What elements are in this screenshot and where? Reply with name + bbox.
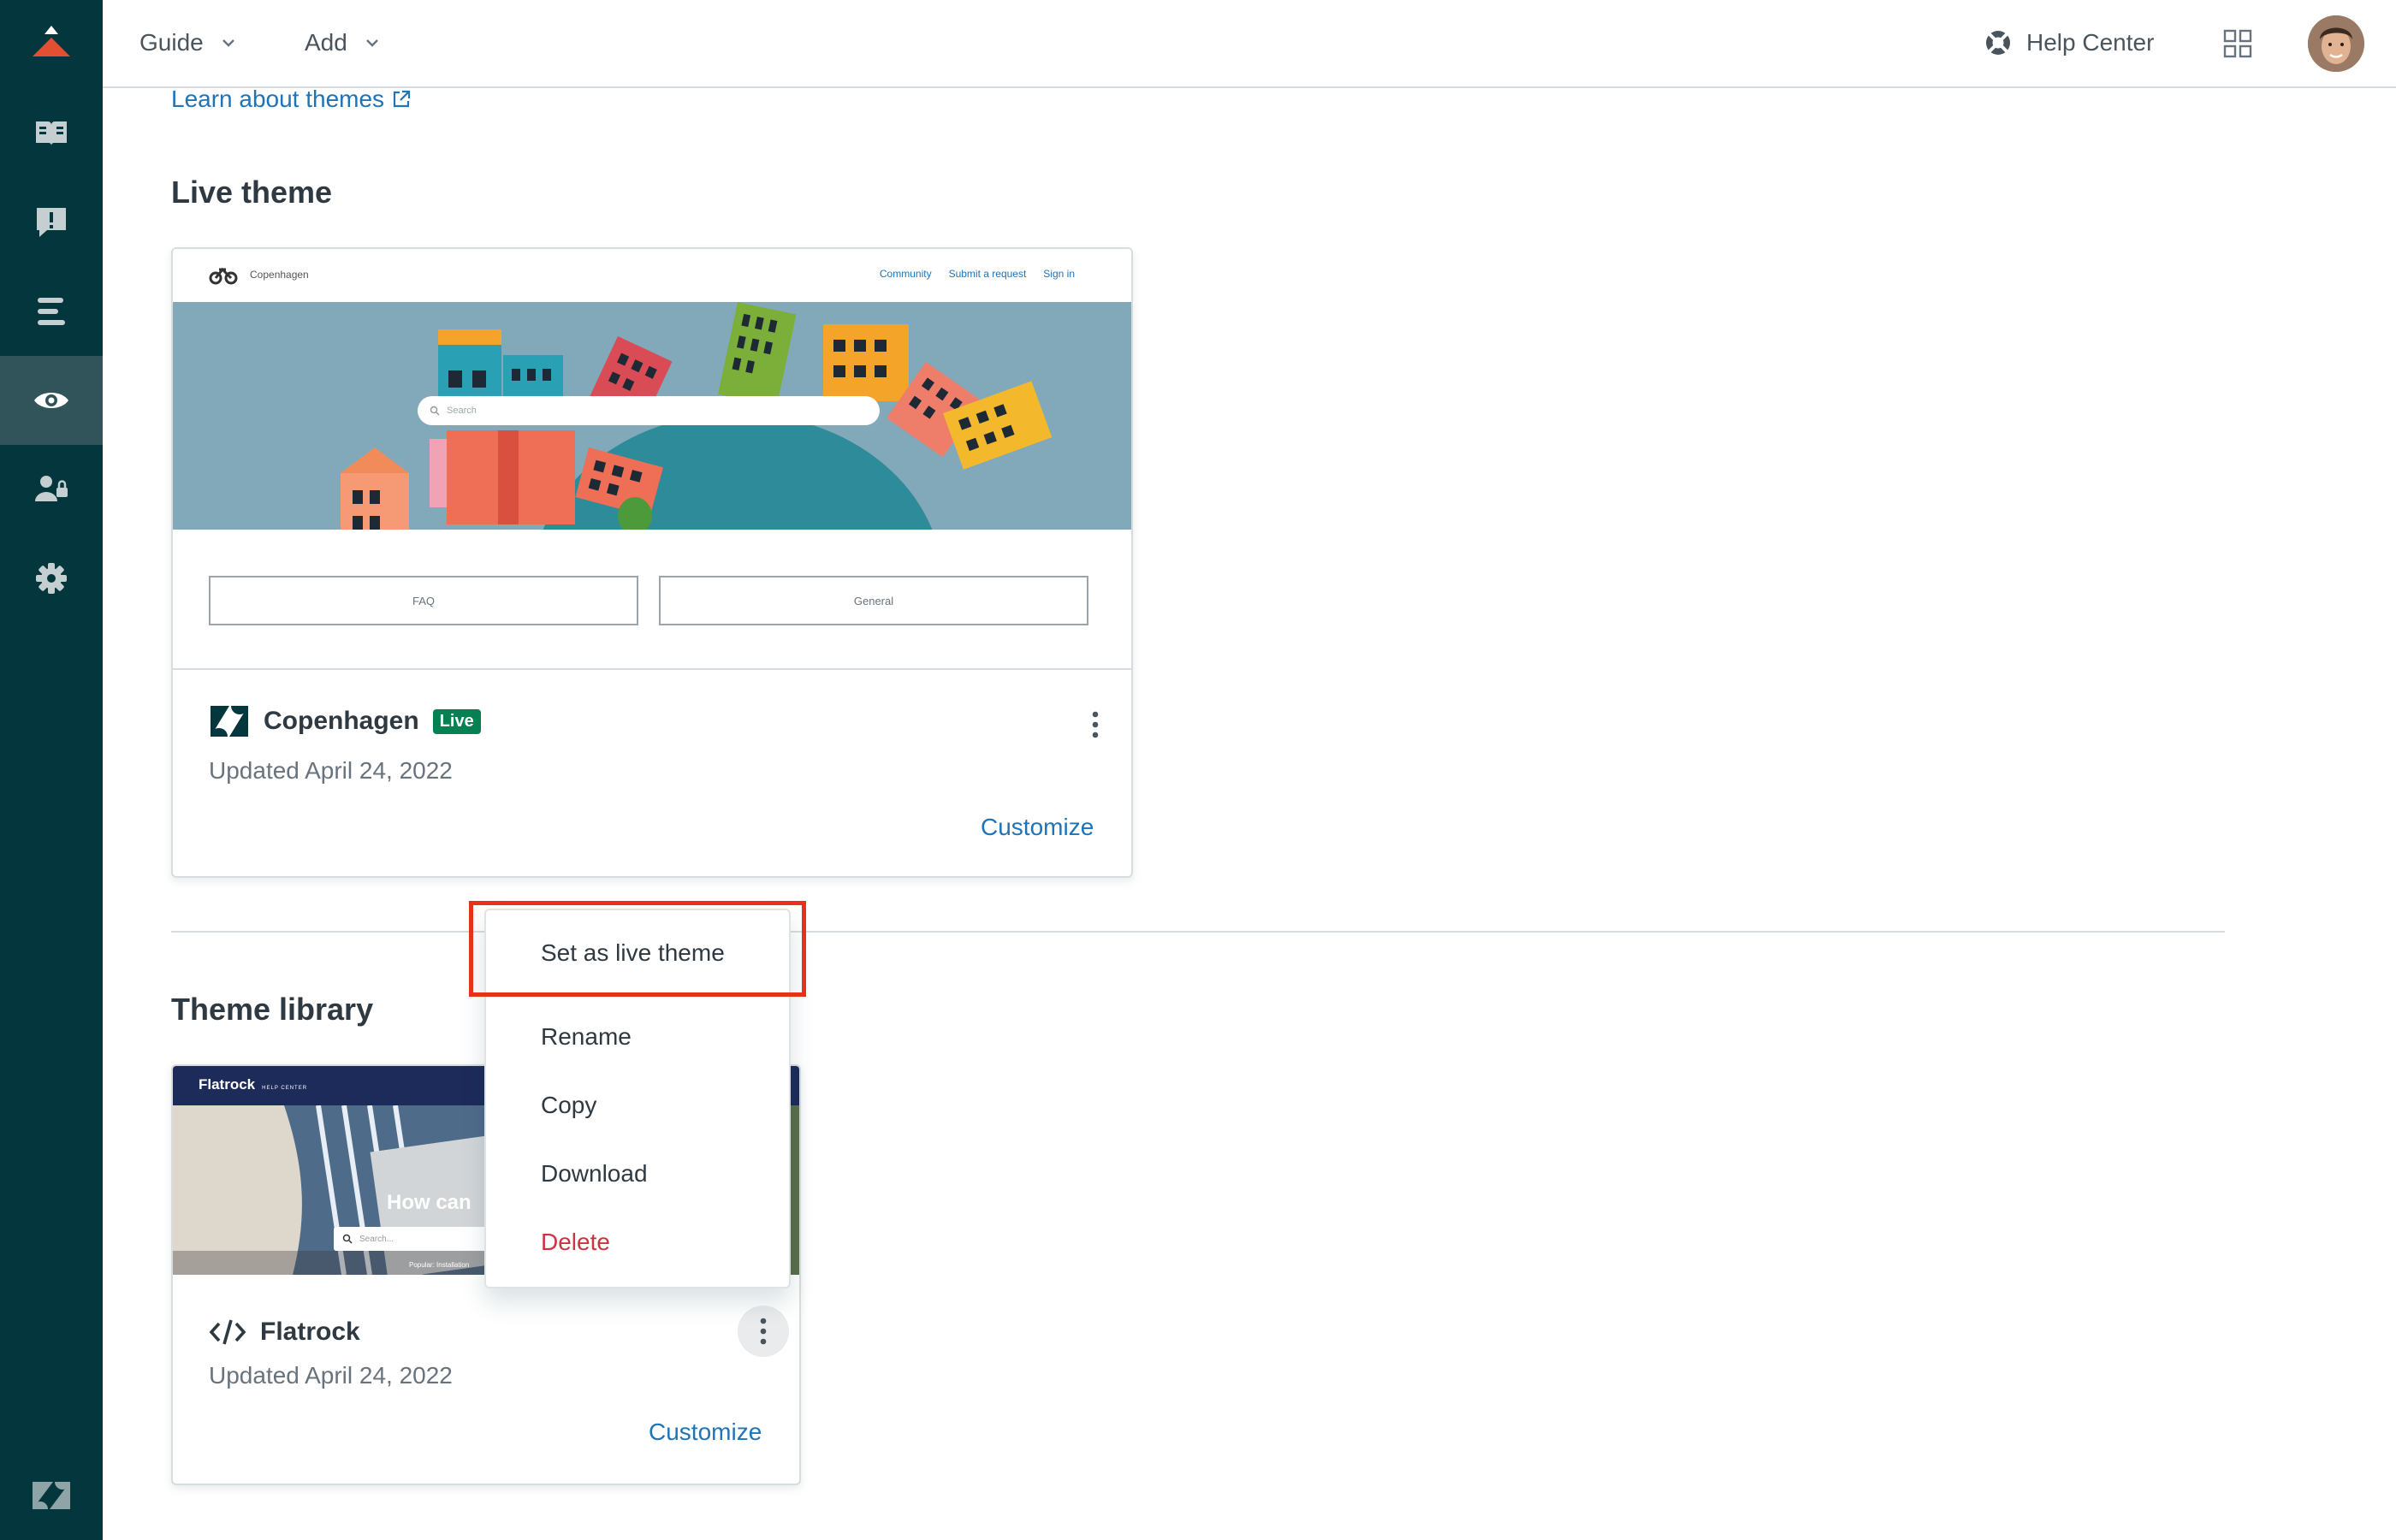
- add-menu[interactable]: Add: [305, 0, 382, 86]
- list-icon: [38, 298, 65, 325]
- menu-item-download[interactable]: Download: [541, 1160, 648, 1188]
- card-divider: [173, 668, 1131, 670]
- zendesk-logo-icon: [211, 706, 248, 737]
- flatrock-theme-title: Flatrock: [209, 1318, 360, 1347]
- more-vertical-icon: [760, 1318, 767, 1345]
- highlight-annotation-box: [469, 901, 806, 997]
- alert-icon: [37, 208, 66, 237]
- menu-item-delete[interactable]: Delete: [541, 1229, 610, 1256]
- live-theme-name: Copenhagen: [264, 707, 419, 735]
- sidebar-item-themes[interactable]: [0, 356, 103, 445]
- bike-logo-icon: [209, 267, 238, 285]
- live-theme-heading: Live theme: [171, 175, 333, 210]
- copenhagen-preview-brand: Copenhagen: [250, 269, 309, 281]
- sidebar-item-arrange[interactable]: [0, 267, 103, 356]
- add-menu-label: Add: [305, 29, 347, 56]
- sidebar-item-settings[interactable]: [0, 534, 103, 623]
- live-theme-options-button[interactable]: [1070, 699, 1121, 750]
- lifebuoy-icon: [1986, 31, 2010, 55]
- live-status-badge: Live: [432, 708, 481, 734]
- live-theme-updated: Updated April 24, 2022: [209, 757, 453, 784]
- product-logo-icon[interactable]: [0, 0, 103, 86]
- help-center-label: Help Center: [2026, 29, 2155, 56]
- chevron-down-icon: [222, 39, 234, 47]
- search-icon: [342, 1234, 353, 1244]
- gear-icon: [36, 563, 67, 594]
- user-lock-icon: [35, 476, 68, 501]
- code-icon: [209, 1319, 246, 1345]
- preview-search-bar: Search: [418, 396, 880, 425]
- flatrock-preview-headline: How can: [387, 1191, 471, 1214]
- theme-library-heading: Theme library: [171, 992, 374, 1027]
- zendesk-logo-icon[interactable]: [0, 1461, 103, 1530]
- more-vertical-icon: [1092, 711, 1099, 738]
- flatrock-theme-updated: Updated April 24, 2022: [209, 1362, 453, 1389]
- copenhagen-hero-image: Search: [173, 302, 1131, 530]
- flatrock-theme-customize-button[interactable]: Customize: [649, 1419, 762, 1446]
- guide-menu-label: Guide: [139, 29, 204, 56]
- copenhagen-preview-header: Copenhagen Community Submit a request Si…: [173, 249, 1131, 302]
- apps-grid-icon[interactable]: [2223, 29, 2252, 58]
- chevron-down-icon: [365, 39, 378, 47]
- top-bar: Guide Add Help Center: [103, 0, 2396, 88]
- live-theme-title: Copenhagen Live: [209, 704, 481, 738]
- learn-about-themes-link[interactable]: Learn about themes: [171, 86, 412, 113]
- flatrock-theme-name: Flatrock: [260, 1318, 360, 1346]
- sidebar-item-guide[interactable]: [0, 89, 103, 178]
- menu-item-copy[interactable]: Copy: [541, 1092, 596, 1119]
- help-center-link[interactable]: Help Center: [1984, 0, 2154, 86]
- external-link-icon: [393, 90, 411, 108]
- live-theme-card: Copenhagen Community Submit a request Si…: [171, 247, 1133, 878]
- user-avatar[interactable]: [2308, 15, 2364, 72]
- live-theme-customize-button[interactable]: Customize: [981, 814, 1094, 841]
- preview-nav-link: Community: [879, 268, 932, 280]
- flatrock-preview-brand-sub: HELP CENTER: [262, 1086, 308, 1091]
- flatrock-theme-options-button[interactable]: [738, 1306, 789, 1357]
- flatrock-preview-brand: Flatrock: [199, 1076, 256, 1093]
- preview-search-placeholder: Search: [447, 406, 477, 416]
- sidebar-item-alerts[interactable]: [0, 178, 103, 267]
- book-icon: [36, 121, 67, 145]
- preview-category-general: General: [659, 576, 1088, 625]
- sidebar-item-user-permissions[interactable]: [0, 445, 103, 534]
- flatrock-preview-popular: Popular: Installation: [409, 1261, 470, 1269]
- learn-about-themes-label: Learn about themes: [171, 86, 385, 112]
- search-icon: [430, 406, 440, 416]
- preview-category-faq: FAQ: [209, 576, 638, 625]
- guide-menu[interactable]: Guide: [139, 0, 238, 86]
- flatrock-preview-search-placeholder: Search...: [359, 1234, 394, 1244]
- menu-item-rename[interactable]: Rename: [541, 1023, 632, 1051]
- eye-icon: [34, 393, 68, 408]
- preview-nav-link: Sign in: [1043, 268, 1075, 280]
- sidebar: [0, 0, 103, 1540]
- preview-nav-link: Submit a request: [948, 268, 1027, 280]
